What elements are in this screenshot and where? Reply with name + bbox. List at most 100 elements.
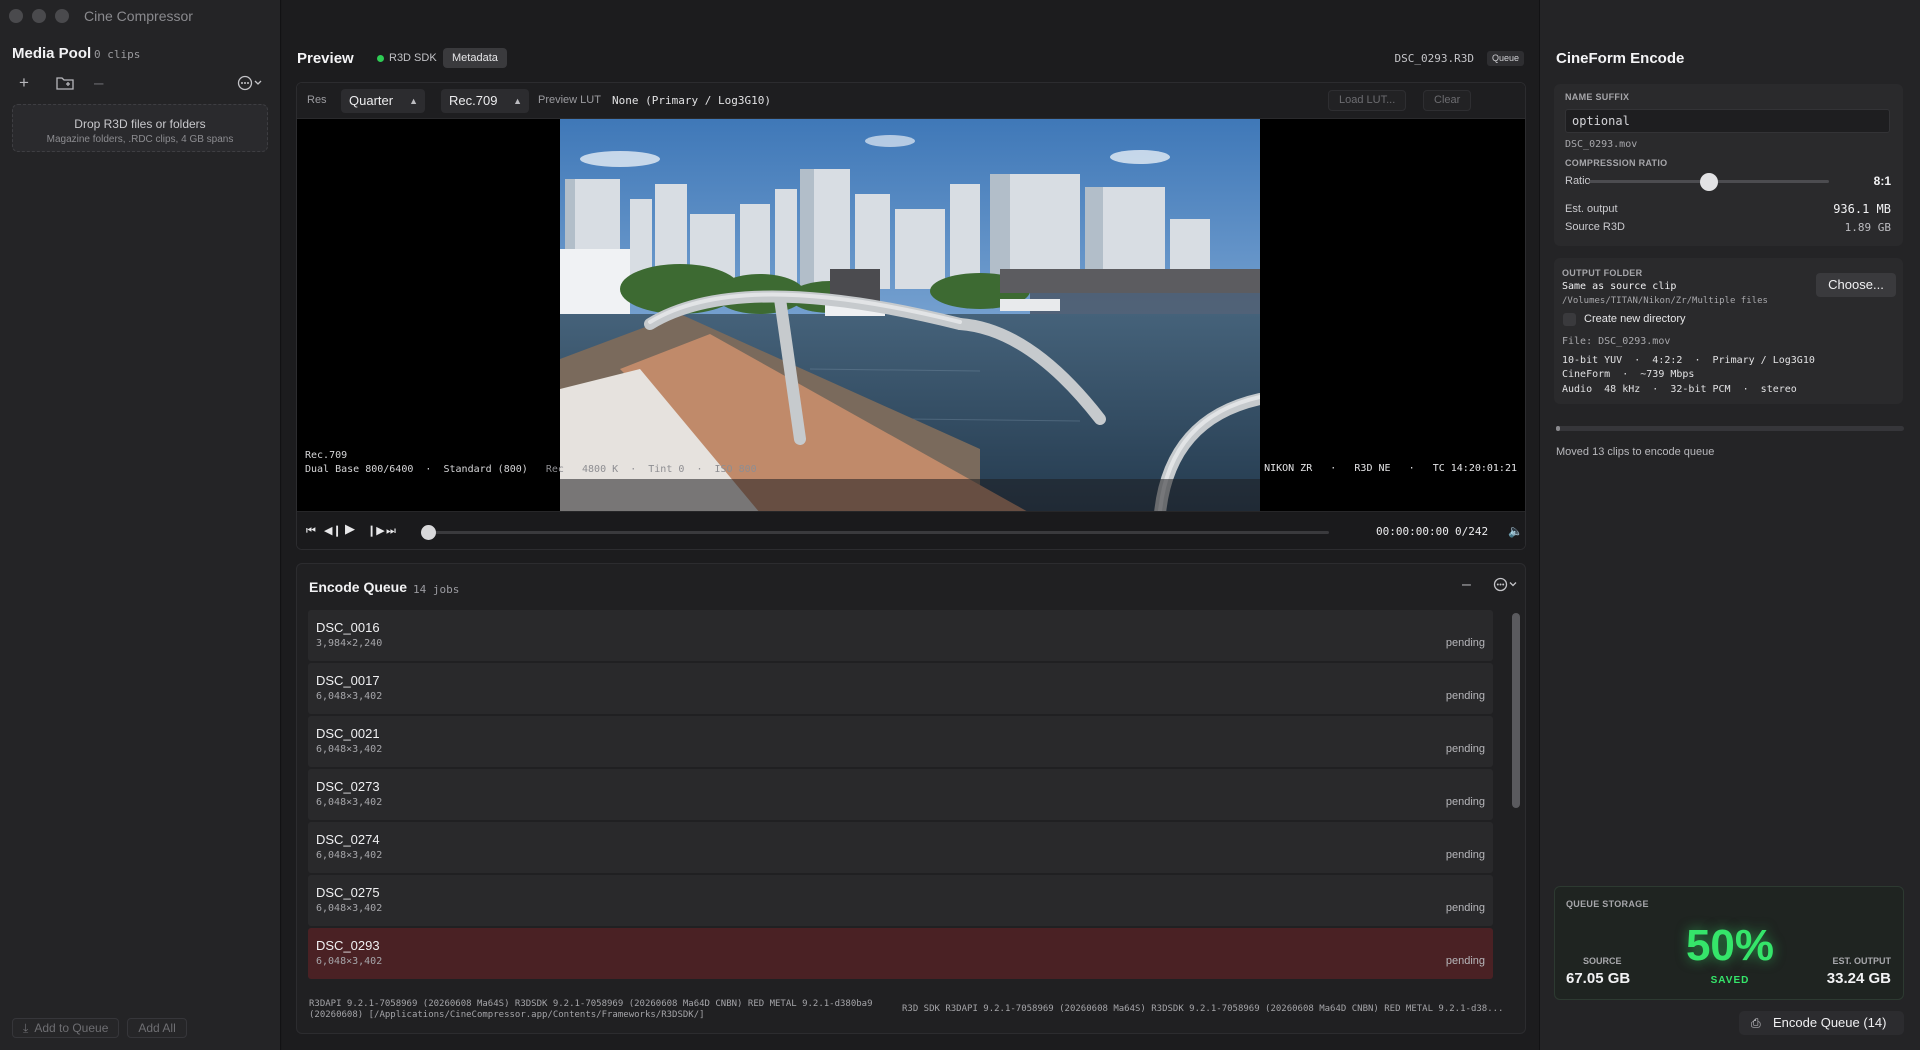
encode-queue-count: 14 jobs bbox=[413, 583, 460, 596]
load-lut-button[interactable]: Load LUT... bbox=[1328, 90, 1407, 111]
close-window-button[interactable] bbox=[9, 9, 23, 23]
queue-row-name: DSC_0273 bbox=[316, 779, 380, 794]
spec-codec-line: CineForm · ~739 Mbps bbox=[1562, 369, 1695, 380]
name-suffix-label: NAME SUFFIX bbox=[1565, 92, 1630, 102]
sdk-badge-label: R3D SDK bbox=[389, 52, 437, 64]
choose-folder-button[interactable]: Choose... bbox=[1816, 273, 1896, 297]
queue-row[interactable]: DSC_0273 6,048×3,402 pending bbox=[308, 769, 1493, 820]
name-suffix-input[interactable]: optional bbox=[1565, 109, 1890, 133]
step-back-icon[interactable]: ◀❙ bbox=[324, 524, 342, 538]
drop-zone-title: Drop R3D files or folders bbox=[74, 117, 206, 131]
plus-icon[interactable]: + bbox=[19, 74, 29, 92]
encode-queue-list: DSC_0016 3,984×2,240 pending DSC_0017 6,048×… bbox=[308, 610, 1493, 981]
status-dot-icon bbox=[377, 54, 384, 62]
overlay-colorspace: Rec.709 bbox=[305, 450, 348, 461]
minus-icon[interactable]: – bbox=[94, 74, 103, 92]
name-and-ratio-card: NAME SUFFIX optional DSC_0293.mov COMPRE… bbox=[1554, 84, 1903, 246]
spec-audio-line: Audio 48 kHz · 32-bit PCM · stereo bbox=[1562, 384, 1797, 395]
output-folder-card: OUTPUT FOLDER Same as source clip /Volum… bbox=[1554, 258, 1903, 404]
queue-row-dimensions: 6,048×3,402 bbox=[316, 903, 383, 914]
volume-icon[interactable]: 🔈 bbox=[1508, 524, 1523, 538]
storage-est-label: EST. OUTPUT bbox=[1832, 956, 1891, 966]
queue-row-status: pending bbox=[1445, 796, 1485, 808]
queue-row[interactable]: DSC_0274 6,048×3,402 pending bbox=[308, 822, 1493, 873]
create-directory-checkbox[interactable] bbox=[1563, 313, 1576, 326]
queue-row-status: pending bbox=[1445, 902, 1485, 914]
scrubber-playhead[interactable] bbox=[421, 525, 436, 540]
download-icon: ⤓ bbox=[23, 1021, 29, 1035]
preview-header: Preview R3D SDK Metadata DSC_0293.R3D Qu… bbox=[297, 48, 1524, 68]
minimize-window-button[interactable] bbox=[32, 9, 46, 23]
step-forward-icon[interactable]: ❙▶ bbox=[367, 524, 385, 538]
spec-format-line: 10-bit YUV · 4:2:2 · Primary / Log3G10 bbox=[1562, 355, 1815, 366]
queue-row[interactable]: DSC_0016 3,984×2,240 pending bbox=[308, 610, 1493, 661]
queue-row-name: DSC_0293 bbox=[316, 938, 380, 953]
encode-queue-button[interactable]: ⎙ Encode Queue (14) bbox=[1739, 1011, 1904, 1035]
encode-progress-track bbox=[1556, 426, 1904, 431]
output-folder-value: Same as source clip bbox=[1562, 281, 1677, 292]
scrubber-track[interactable] bbox=[427, 531, 1329, 534]
overlay-rec-label: Rec bbox=[545, 464, 564, 475]
add-to-queue-button[interactable]: ⤓ Add to Queue bbox=[12, 1018, 120, 1038]
queue-row[interactable]: DSC_0017 6,048×3,402 pending bbox=[308, 663, 1493, 714]
queue-row-dimensions: 6,048×3,402 bbox=[316, 744, 383, 755]
queue-row-name: DSC_0017 bbox=[316, 673, 380, 688]
queue-scrollbar[interactable] bbox=[1512, 613, 1520, 808]
media-pool-title: Media Pool bbox=[12, 45, 92, 62]
encode-icon: ⎙ bbox=[1751, 1016, 1761, 1030]
skip-start-icon[interactable]: ⏮ bbox=[306, 524, 316, 538]
res-select[interactable]: Quarter ▲ bbox=[341, 89, 425, 113]
queue-row-name: DSC_0274 bbox=[316, 832, 380, 847]
play-icon[interactable]: ▶ bbox=[345, 522, 355, 536]
ratio-value: 8:1 bbox=[1873, 174, 1891, 188]
queue-row-name: DSC_0016 bbox=[316, 620, 380, 635]
viewer-toolbar: Res Quarter ▲ Rec.709 ▲ Preview LUT None… bbox=[297, 83, 1525, 119]
queue-pill[interactable]: Queue bbox=[1486, 51, 1524, 66]
video-viewer: Res Quarter ▲ Rec.709 ▲ Preview LUT None… bbox=[296, 82, 1526, 550]
media-pool-footer: ⤓ Add to Queue Add All bbox=[12, 1018, 187, 1038]
media-drop-zone[interactable]: Drop R3D files or folders Magazine folde… bbox=[12, 104, 268, 152]
sdk-version-summary: R3D SDK R3DAPI 9.2.1-7058969 (20260608 M… bbox=[902, 1004, 1504, 1014]
queue-row[interactable]: DSC_0293 6,048×3,402 pending bbox=[308, 928, 1493, 979]
source-r3d-value: 1.89 GB bbox=[1844, 221, 1891, 234]
video-overlay-right: NIKON ZR · R3D NE · TC 14:20:01:21 bbox=[1264, 463, 1517, 474]
zoom-window-button[interactable] bbox=[55, 9, 69, 23]
media-pool-count: 0 clips bbox=[94, 48, 141, 61]
remove-job-icon[interactable]: – bbox=[1462, 576, 1471, 594]
playback-timecode: 00:00:00:00 bbox=[1376, 525, 1449, 538]
transport-bar: ⏮ ◀❙ ▶ ❙▶ ⏭ 00:00:00:00 0/242 🔈 bbox=[297, 511, 1525, 549]
queue-more-menu-icon[interactable] bbox=[1493, 577, 1519, 595]
output-folder-label: OUTPUT FOLDER bbox=[1562, 268, 1643, 278]
queue-storage-card: QUEUE STORAGE SOURCE 67.05 GB 50% SAVED … bbox=[1554, 886, 1904, 1000]
lut-label: Preview LUT bbox=[538, 94, 601, 106]
queue-row[interactable]: DSC_0021 6,048×3,402 pending bbox=[308, 716, 1493, 767]
colorspace-select-value: Rec.709 bbox=[449, 93, 498, 108]
storage-saved-percent: 50% bbox=[1685, 921, 1775, 970]
ratio-slider-knob[interactable] bbox=[1700, 173, 1718, 191]
queue-row[interactable]: DSC_0275 6,048×3,402 pending bbox=[308, 875, 1493, 926]
lut-value: None (Primary / Log3G10) bbox=[612, 94, 771, 107]
queue-row-dimensions: 6,048×3,402 bbox=[316, 797, 383, 808]
add-to-queue-label: Add to Queue bbox=[34, 1021, 109, 1035]
window-controls bbox=[9, 9, 69, 23]
clear-lut-button[interactable]: Clear bbox=[1423, 90, 1472, 111]
more-menu-icon[interactable] bbox=[237, 75, 265, 95]
encode-queue-panel: Encode Queue 14 jobs – DSC_0016 3,984×2,2… bbox=[296, 563, 1526, 1034]
folder-add-icon[interactable] bbox=[56, 75, 74, 94]
queue-row-status: pending bbox=[1445, 955, 1485, 967]
queue-row-status: pending bbox=[1445, 637, 1485, 649]
res-label: Res bbox=[307, 94, 327, 106]
overlay-kelvin: 4800 K bbox=[582, 464, 619, 475]
overlay-camera: NIKON ZR bbox=[1264, 463, 1313, 474]
add-all-button[interactable]: Add All bbox=[127, 1018, 187, 1038]
queue-row-status: pending bbox=[1445, 690, 1485, 702]
skip-end-icon[interactable]: ⏭ bbox=[386, 524, 396, 538]
preview-title: Preview bbox=[297, 50, 354, 67]
colorspace-select[interactable]: Rec.709 ▲ bbox=[441, 89, 529, 113]
clip-filename: DSC_0293.R3D bbox=[1394, 52, 1474, 65]
storage-source-label: SOURCE bbox=[1583, 956, 1622, 966]
metadata-button[interactable]: Metadata bbox=[443, 48, 507, 68]
encode-progress-fill bbox=[1556, 426, 1560, 431]
queue-row-dimensions: 6,048×3,402 bbox=[316, 691, 383, 702]
chevron-updown-icon: ▲ bbox=[513, 96, 522, 106]
